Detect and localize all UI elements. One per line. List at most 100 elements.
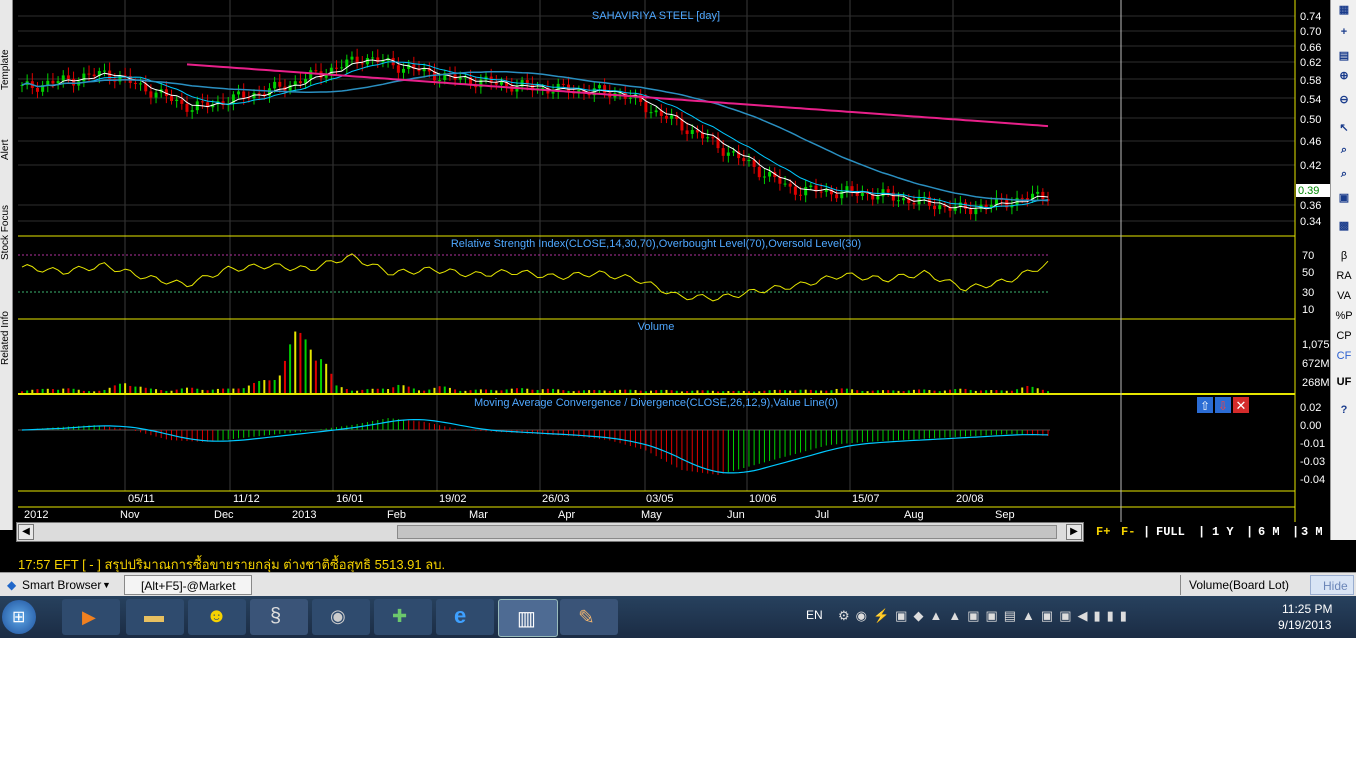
candle-body xyxy=(102,70,106,72)
full-button[interactable]: FULL xyxy=(1156,525,1185,539)
volume-bar xyxy=(608,390,611,393)
candle-body xyxy=(886,189,890,193)
f-plus-button[interactable]: F+ xyxy=(1096,525,1110,539)
volume-bar xyxy=(237,388,240,393)
smart-browser-tab[interactable]: ◆ Smart Browser ▼ xyxy=(2,575,114,595)
cf-button[interactable]: CF xyxy=(1334,348,1354,365)
volume-bar xyxy=(402,385,405,393)
taskbar-app-s[interactable]: § xyxy=(250,599,308,635)
market-tab[interactable]: [Alt+F5]-@Market xyxy=(124,575,252,595)
volume-bar xyxy=(717,391,720,393)
volume-bar xyxy=(954,389,957,393)
candle-body xyxy=(92,74,96,77)
taskbar-media-player[interactable]: ▶ xyxy=(62,599,120,635)
language-indicator[interactable]: EN xyxy=(806,608,823,622)
volume-bar xyxy=(820,390,823,393)
uf-button[interactable]: UF xyxy=(1334,374,1354,391)
va-button[interactable]: VA xyxy=(1334,288,1354,305)
price-tick: 0.54 xyxy=(1300,94,1321,106)
candle-body xyxy=(860,192,864,197)
price-tick: 0.36 xyxy=(1300,200,1321,212)
volume-bar xyxy=(113,385,116,393)
folder-icon[interactable]: ▤ xyxy=(1334,48,1354,65)
chart-scrollbar[interactable]: ◀ ▶ xyxy=(16,522,1084,542)
volume-bar xyxy=(593,389,596,393)
grid-icon[interactable]: ▦ xyxy=(1334,2,1354,19)
volume-bar xyxy=(247,385,250,393)
candle-body xyxy=(185,103,189,112)
date-tick: 26/03 xyxy=(542,493,570,505)
candle-body xyxy=(139,83,143,85)
percent-p-button[interactable]: %P xyxy=(1334,308,1354,325)
volume-bar xyxy=(57,389,60,393)
add-icon[interactable]: ⊕ xyxy=(1334,68,1354,85)
three-month-button[interactable]: 3 M xyxy=(1301,525,1323,539)
volume-bar xyxy=(330,373,333,393)
beta-button[interactable]: β xyxy=(1334,248,1354,265)
help-icon[interactable]: ? xyxy=(1334,402,1354,419)
volume-bar xyxy=(149,388,152,393)
volume-bar xyxy=(273,379,276,393)
volume-bar xyxy=(211,389,214,393)
ra-button[interactable]: RA xyxy=(1334,268,1354,285)
volume-bar xyxy=(675,390,678,393)
volume-bar xyxy=(1031,386,1034,393)
news-ticker[interactable]: 17:57 EFT [ - ] สรุปปริมาณการซื้อขายรายก… xyxy=(0,550,1356,572)
price-tick: 0.50 xyxy=(1300,114,1321,126)
candle-body xyxy=(1041,191,1045,200)
taskbar-internet-explorer[interactable]: e xyxy=(436,599,494,635)
volume-bar xyxy=(242,388,245,393)
cursor-icon[interactable]: ↖ xyxy=(1334,120,1354,137)
volume-bar xyxy=(871,390,874,393)
start-button[interactable]: ⊞ xyxy=(2,600,36,634)
volume-title: Volume xyxy=(638,321,675,333)
f-minus-button[interactable]: F- xyxy=(1121,525,1135,539)
palette-icon: ✎ xyxy=(578,607,595,629)
zoom-out-icon[interactable]: ⌕ xyxy=(1334,166,1354,183)
volume-bar xyxy=(407,386,410,393)
minus-icon[interactable]: ⊖ xyxy=(1334,92,1354,109)
clock-time[interactable]: 11:25 PM xyxy=(1282,602,1332,616)
candle-body xyxy=(499,81,503,85)
taskbar-camera[interactable]: ◉ xyxy=(312,599,370,635)
volume-bar xyxy=(294,331,297,393)
folder-icon: ▬ xyxy=(144,605,164,627)
volume-bar xyxy=(387,389,390,393)
taskbar-paint[interactable]: ✎ xyxy=(560,599,618,635)
candle-body xyxy=(603,85,607,93)
candle-body xyxy=(200,101,204,103)
volume-bar xyxy=(655,390,658,393)
taskbar-explorer[interactable]: ▬ xyxy=(126,599,184,635)
scroll-left-icon[interactable]: ◀ xyxy=(18,524,34,540)
volume-bar xyxy=(634,390,637,393)
volume-bar xyxy=(227,388,230,393)
volume-bar xyxy=(985,390,988,393)
candle-body xyxy=(690,130,694,134)
ma-slow-line xyxy=(21,70,1049,202)
volume-board-lot-tab[interactable]: Volume(Board Lot) xyxy=(1180,575,1295,595)
hide-button[interactable]: Hide xyxy=(1310,575,1354,595)
volume-bar xyxy=(433,387,436,393)
plus-icon[interactable]: + xyxy=(1334,24,1354,41)
candle-body xyxy=(896,200,900,202)
taskbar-character-app[interactable]: ☻ xyxy=(188,599,246,635)
volume-bar xyxy=(882,390,885,393)
stock-chart[interactable]: SAHAVIRIYA STEEL [day] Relative Strength… xyxy=(0,0,1330,522)
taskbar-network[interactable]: ✚ xyxy=(374,599,432,635)
window-icon[interactable]: ▣ xyxy=(1334,190,1354,207)
cp-button[interactable]: CP xyxy=(1334,328,1354,345)
range-bar: F+ F- | FULL | 1 Y | 6 M | 3 M xyxy=(1088,522,1330,542)
clock-date[interactable]: 9/19/2013 xyxy=(1278,618,1331,632)
ls-icon[interactable]: ▩ xyxy=(1334,218,1354,235)
taskbar-trading-app[interactable]: ▥ xyxy=(498,599,558,637)
volume-bar xyxy=(670,390,673,393)
six-month-button[interactable]: 6 M xyxy=(1258,525,1280,539)
system-tray-icons[interactable]: ⚙◉⚡▣◆▲▲▣▣▤▲▣▣◀▮▮▮ xyxy=(838,608,1258,626)
volume-bar xyxy=(175,389,178,393)
zoom-in-icon[interactable]: ⌕ xyxy=(1334,142,1354,159)
one-year-button[interactable]: 1 Y xyxy=(1212,525,1234,539)
scroll-right-icon[interactable]: ▶ xyxy=(1066,524,1082,540)
volume-bar xyxy=(222,388,225,393)
candle-body xyxy=(1025,198,1029,200)
scroll-thumb[interactable] xyxy=(397,525,1057,539)
